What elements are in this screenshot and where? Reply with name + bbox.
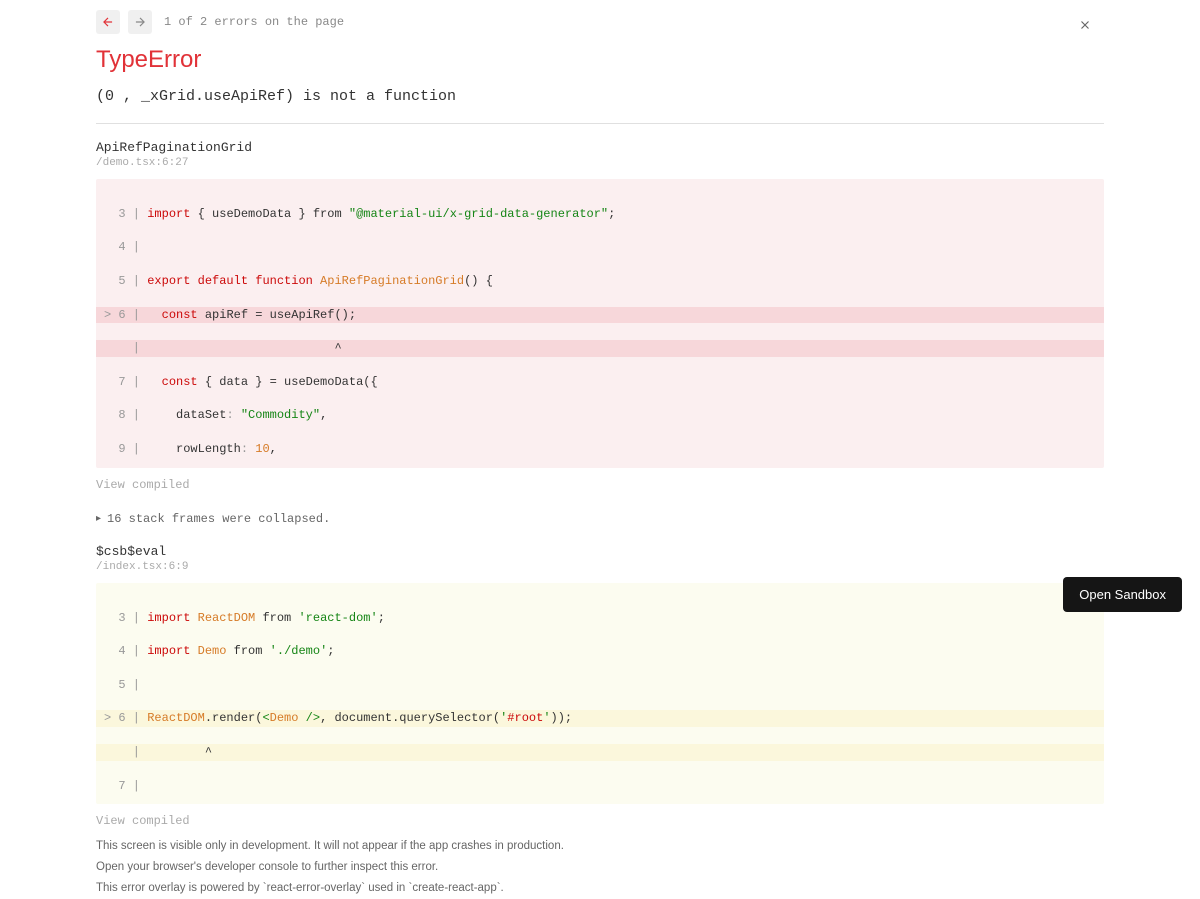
stack-frame-title: ApiRefPaginationGrid bbox=[96, 140, 1104, 155]
stack-frame-location: /demo.tsx:6:27 bbox=[96, 157, 1104, 169]
view-compiled-link[interactable]: View compiled bbox=[96, 814, 1104, 828]
stack-frame-location: /index.tsx:6:9 bbox=[96, 561, 1104, 573]
view-compiled-link[interactable]: View compiled bbox=[96, 478, 1104, 492]
error-message: (0 , _xGrid.useApiRef) is not a function bbox=[96, 88, 1104, 105]
close-icon[interactable] bbox=[1078, 18, 1092, 37]
footer-note-3: This error overlay is powered by `react-… bbox=[96, 880, 1104, 897]
footer-note-1: This screen is visible only in developme… bbox=[96, 838, 1104, 855]
code-block: 3 | import ReactDOM from 'react-dom'; 4 … bbox=[96, 583, 1104, 805]
open-sandbox-button[interactable]: Open Sandbox bbox=[1063, 577, 1182, 612]
error-type: TypeError bbox=[96, 46, 1104, 74]
code-block: 3 | import { useDemoData } from "@materi… bbox=[96, 179, 1104, 468]
collapsed-frames-text: 16 stack frames were collapsed. bbox=[107, 512, 330, 526]
expand-collapsed-frames[interactable]: ▸ 16 stack frames were collapsed. bbox=[96, 512, 1104, 526]
footer-note-2: Open your browser's developer console to… bbox=[96, 859, 1104, 876]
stack-frame-title: $csb$eval bbox=[96, 544, 1104, 559]
error-count-text: 1 of 2 errors on the page bbox=[164, 15, 344, 29]
triangle-right-icon: ▸ bbox=[96, 513, 101, 525]
divider bbox=[96, 123, 1104, 124]
next-error-button[interactable] bbox=[128, 10, 152, 34]
prev-error-button[interactable] bbox=[96, 10, 120, 34]
